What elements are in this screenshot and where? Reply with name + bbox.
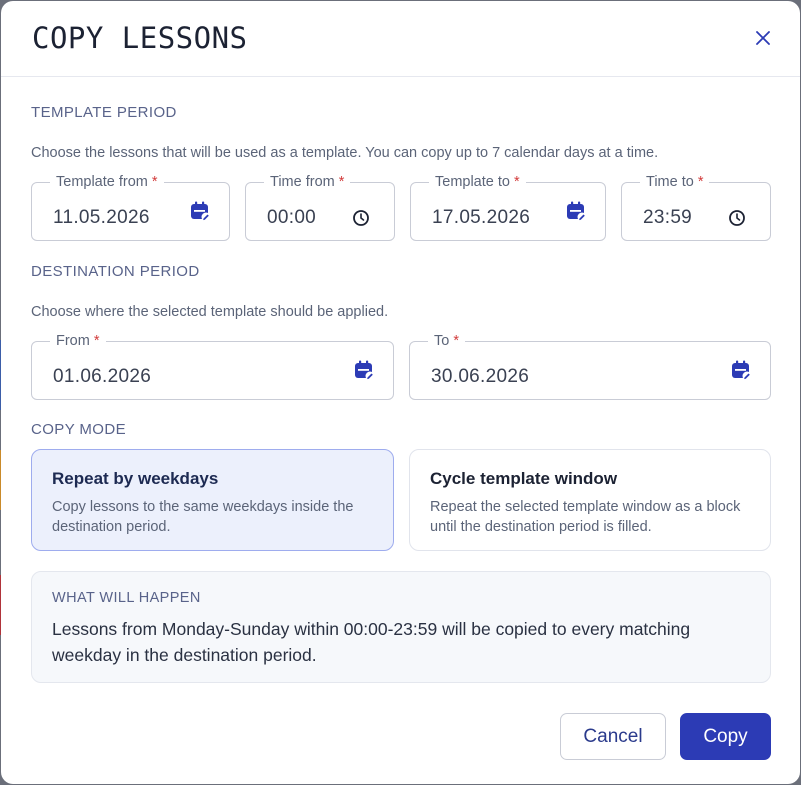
time-from-label: Time from bbox=[270, 174, 335, 190]
template-period-description: Choose the lessons that will be used as … bbox=[31, 145, 659, 161]
template-from-label: Template from bbox=[56, 174, 148, 190]
close-icon bbox=[756, 31, 770, 45]
destination-from-label: From bbox=[56, 333, 90, 349]
calendar-icon[interactable] bbox=[565, 200, 587, 222]
required-marker: * bbox=[453, 333, 459, 349]
dialog-header: COPY LESSONS bbox=[1, 1, 800, 77]
time-from-value: 00:00 bbox=[267, 207, 317, 228]
mode-option-description: Repeat the selected template window as a… bbox=[430, 499, 741, 535]
summary-text: Lessons from Monday-Sunday within 00:00-… bbox=[52, 619, 691, 665]
template-from-value: 11.05.2026 bbox=[53, 207, 150, 228]
mode-option-title: Cycle template window bbox=[430, 469, 618, 488]
template-to-field[interactable]: Template to * 17.05.2026 bbox=[410, 174, 606, 241]
time-to-field[interactable]: Time to * 23:59 bbox=[621, 174, 771, 241]
template-period-label: TEMPLATE PERIOD bbox=[31, 104, 177, 121]
calendar-icon[interactable] bbox=[189, 200, 211, 222]
summary-label: WHAT WILL HAPPEN bbox=[52, 590, 201, 606]
required-marker: * bbox=[151, 174, 158, 190]
destination-to-value: 30.06.2026 bbox=[431, 366, 530, 387]
destination-from-value: 01.06.2026 bbox=[53, 366, 152, 387]
destination-period-label: DESTINATION PERIOD bbox=[31, 263, 200, 280]
copy-button[interactable]: Copy bbox=[680, 713, 771, 760]
mode-option-cycle-template-window[interactable]: Cycle template window Repeat the selecte… bbox=[409, 449, 771, 551]
dialog-title: COPY LESSONS bbox=[32, 21, 248, 55]
calendar-icon[interactable] bbox=[353, 359, 375, 381]
calendar-icon[interactable] bbox=[730, 359, 752, 381]
destination-period-description: Choose where the selected template shoul… bbox=[31, 304, 389, 320]
time-to-value: 23:59 bbox=[643, 207, 693, 228]
time-to-label: Time to bbox=[646, 174, 694, 190]
destination-from-field[interactable]: From * 01.06.2026 bbox=[31, 333, 394, 400]
mode-option-repeat-by-weekdays[interactable]: Repeat by weekdays Copy lessons to the s… bbox=[31, 449, 394, 551]
close-button[interactable] bbox=[751, 26, 775, 50]
mode-option-title: Repeat by weekdays bbox=[52, 469, 219, 488]
time-from-field[interactable]: Time from * 00:00 bbox=[245, 174, 395, 241]
template-to-label: Template to bbox=[435, 174, 510, 190]
required-marker: * bbox=[513, 174, 520, 190]
copy-mode-label: COPY MODE bbox=[31, 421, 127, 438]
mode-option-description: Copy lessons to the same weekdays inside… bbox=[52, 499, 354, 535]
clock-icon[interactable] bbox=[352, 209, 370, 227]
destination-to-field[interactable]: To * 30.06.2026 bbox=[409, 333, 771, 400]
copy-lessons-dialog: COPY LESSONS TEMPLATE PERIOD Choose the … bbox=[1, 1, 800, 784]
required-marker: * bbox=[93, 333, 100, 349]
cancel-button[interactable]: Cancel bbox=[560, 713, 666, 760]
destination-to-label: To bbox=[434, 333, 450, 349]
required-marker: * bbox=[338, 174, 345, 190]
template-to-value: 17.05.2026 bbox=[432, 207, 531, 228]
summary-box: WHAT WILL HAPPEN Lessons from Monday-Sun… bbox=[31, 571, 771, 683]
template-from-field[interactable]: Template from * 11.05.2026 bbox=[31, 174, 230, 241]
clock-icon[interactable] bbox=[728, 209, 746, 227]
required-marker: * bbox=[697, 174, 704, 190]
